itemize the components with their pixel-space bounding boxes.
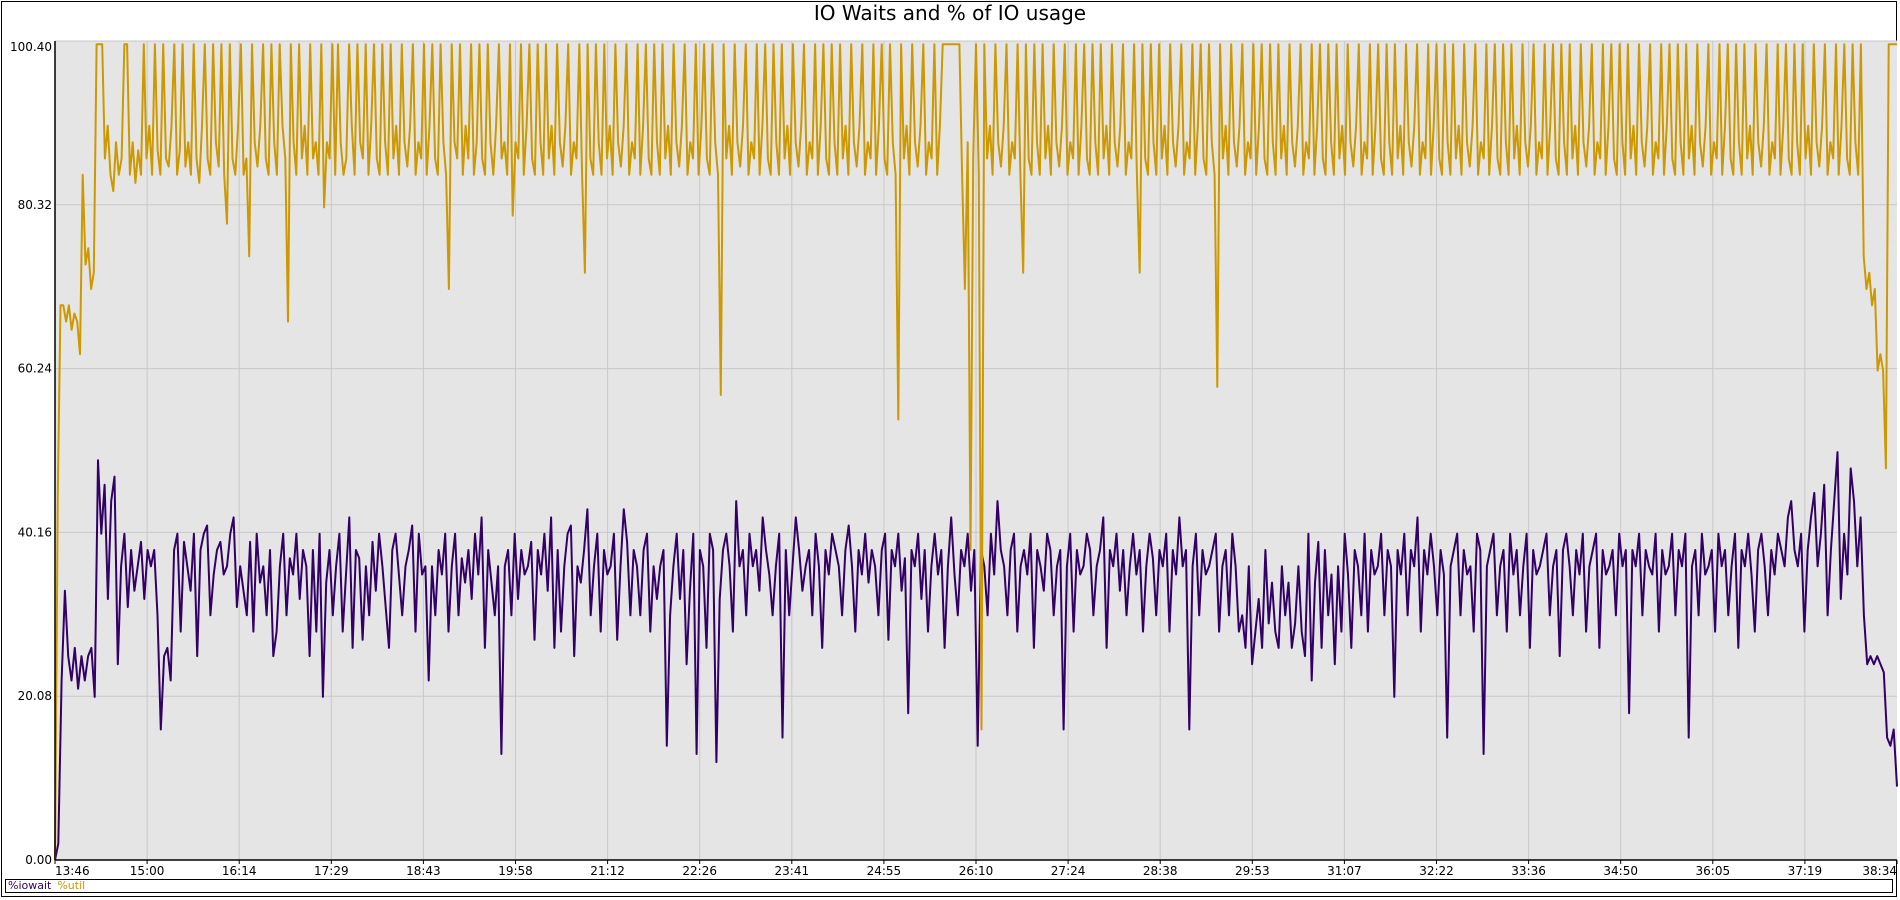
y-tick-label: 0.00 <box>25 853 52 867</box>
x-tick-label: 24:55 <box>867 864 902 878</box>
x-tick-label: 15:00 <box>130 864 165 878</box>
x-tick-label: 26:10 <box>959 864 994 878</box>
y-tick-label: 40.16 <box>18 525 52 539</box>
x-tick-label: 34:50 <box>1603 864 1638 878</box>
x-tick-label: 16:14 <box>222 864 257 878</box>
x-tick-label: 36:05 <box>1696 864 1731 878</box>
x-tick-label: 32:22 <box>1419 864 1454 878</box>
x-tick-label: 38:34 <box>1862 864 1897 878</box>
x-tick-label: 18:43 <box>406 864 441 878</box>
x-tick-label: 28:38 <box>1143 864 1178 878</box>
y-tick-label: 60.24 <box>18 362 52 376</box>
x-tick-label: 23:41 <box>775 864 810 878</box>
x-tick-label: 22:26 <box>682 864 717 878</box>
x-tick-label: 37:19 <box>1788 864 1823 878</box>
chart-plot: 0.00 20.08 40.16 60.24 80.32 100.40 13:46 15:00… <box>10 40 1898 878</box>
x-tick-label: 21:12 <box>590 864 625 878</box>
x-tick-label: 19:58 <box>498 864 533 878</box>
legend: %iowait %util <box>5 879 1893 893</box>
y-tick-label: 80.32 <box>18 198 52 212</box>
x-tick-label: 13:46 <box>55 864 90 878</box>
legend-item-util: %util <box>57 879 86 892</box>
y-tick-label: 20.08 <box>18 689 52 703</box>
x-tick-label: 31:07 <box>1327 864 1362 878</box>
y-tick-label: 100.40 <box>10 40 52 54</box>
x-tick-label: 27:24 <box>1051 864 1086 878</box>
legend-item-iowait: %iowait <box>8 879 52 892</box>
x-tick-label: 29:53 <box>1235 864 1270 878</box>
x-tick-label: 17:29 <box>314 864 349 878</box>
x-tick-label: 33:36 <box>1511 864 1546 878</box>
